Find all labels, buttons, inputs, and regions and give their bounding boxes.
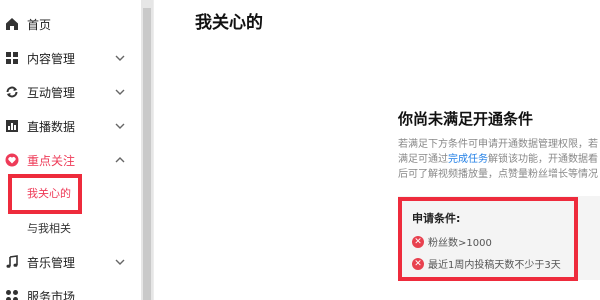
chevron-down-icon xyxy=(115,259,125,265)
apps-icon xyxy=(6,290,18,300)
home-icon xyxy=(6,18,18,30)
scrollbar-thumb[interactable] xyxy=(143,8,151,300)
chevron-down-icon xyxy=(115,123,125,129)
complete-task-link[interactable]: 完成任务 xyxy=(448,154,488,165)
highlight-box-selected-item xyxy=(8,174,82,214)
sidebar-item-live-data[interactable]: 直播数据 xyxy=(0,110,140,144)
notice-line: 满足可通过完成任务解锁该功能，开通数据看 xyxy=(398,152,600,167)
highlight-box-conditions xyxy=(398,197,578,281)
chevron-down-icon xyxy=(115,55,125,61)
sidebar-item-label: 互动管理 xyxy=(27,86,76,100)
sidebar-item-key-focus[interactable]: 重点关注 xyxy=(0,144,140,178)
sidebar: 首页 内容管理 互动管理 直播数据 重点关注 我关心的 与我相关 音乐管理 服务… xyxy=(0,0,140,300)
notice-line: 若满足下方条件可申请开通数据管理权限，若 xyxy=(398,139,598,150)
divider xyxy=(153,0,154,300)
refresh-icon xyxy=(6,86,18,98)
sidebar-item-interaction-management[interactable]: 互动管理 xyxy=(0,76,140,110)
sidebar-item-label: 内容管理 xyxy=(27,52,76,66)
sidebar-item-label: 音乐管理 xyxy=(27,256,76,270)
heart-icon xyxy=(5,153,19,167)
chevron-up-icon xyxy=(115,157,125,163)
sidebar-item-label: 直播数据 xyxy=(27,120,76,134)
notice-line-text: 解锁该功能，开通数据看 xyxy=(488,154,598,165)
sidebar-item-content-management[interactable]: 内容管理 xyxy=(0,42,140,76)
sidebar-item-home[interactable]: 首页 xyxy=(0,8,140,42)
notice-title: 你尚未满足开通条件 xyxy=(398,110,534,128)
sidebar-item-label: 首页 xyxy=(27,18,52,32)
notice-description: 若满足下方条件可申请开通数据管理权限，若 满足可通过完成任务解锁该功能，开通数据… xyxy=(398,137,600,182)
sidebar-item-label: 重点关注 xyxy=(27,154,76,168)
sub-item-related-to-me[interactable]: 与我相关 xyxy=(27,222,71,236)
notice-line-text: 满足可通过 xyxy=(398,154,448,165)
sidebar-item-music-management[interactable]: 音乐管理 xyxy=(0,246,140,280)
music-note-icon xyxy=(6,255,18,268)
sidebar-item-service-market[interactable]: 服务市场 xyxy=(0,280,140,300)
grid-icon xyxy=(6,52,18,64)
bar-chart-icon xyxy=(6,120,18,132)
page-title: 我关心的 xyxy=(195,13,263,33)
chevron-down-icon xyxy=(115,89,125,95)
notice-line: 后可了解视频播放量，点赞量粉丝增长等情况 xyxy=(398,169,598,180)
sidebar-item-label: 服务市场 xyxy=(27,290,76,300)
